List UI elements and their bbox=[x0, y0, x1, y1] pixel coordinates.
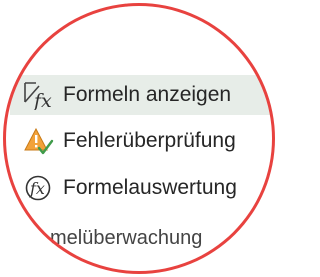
show-formulas-button[interactable]: fx Formeln anzeigen bbox=[10, 75, 275, 115]
svg-text:fx: fx bbox=[29, 179, 45, 198]
magnifier-view: fx Formeln anzeigen Fehlerüberprüfung fx… bbox=[3, 3, 275, 274]
evaluate-formula-icon: fx bbox=[22, 173, 54, 203]
evaluate-formula-label: Formelauswertung bbox=[63, 176, 237, 199]
error-checking-button[interactable]: Fehlerüberprüfung bbox=[10, 121, 275, 161]
show-formulas-icon: fx bbox=[22, 80, 54, 112]
group-label: melüberwachung bbox=[50, 227, 203, 249]
svg-text:fx: fx bbox=[32, 90, 52, 110]
screenshot-stage: fx Formeln anzeigen Fehlerüberprüfung fx… bbox=[0, 0, 278, 277]
evaluate-formula-button[interactable]: fx Formelauswertung bbox=[10, 168, 275, 208]
show-formulas-label: Formeln anzeigen bbox=[63, 83, 232, 106]
error-checking-label: Fehlerüberprüfung bbox=[63, 129, 236, 152]
formula-auditing-group: fx Formeln anzeigen Fehlerüberprüfung fx… bbox=[3, 3, 275, 274]
error-checking-icon bbox=[22, 126, 54, 156]
